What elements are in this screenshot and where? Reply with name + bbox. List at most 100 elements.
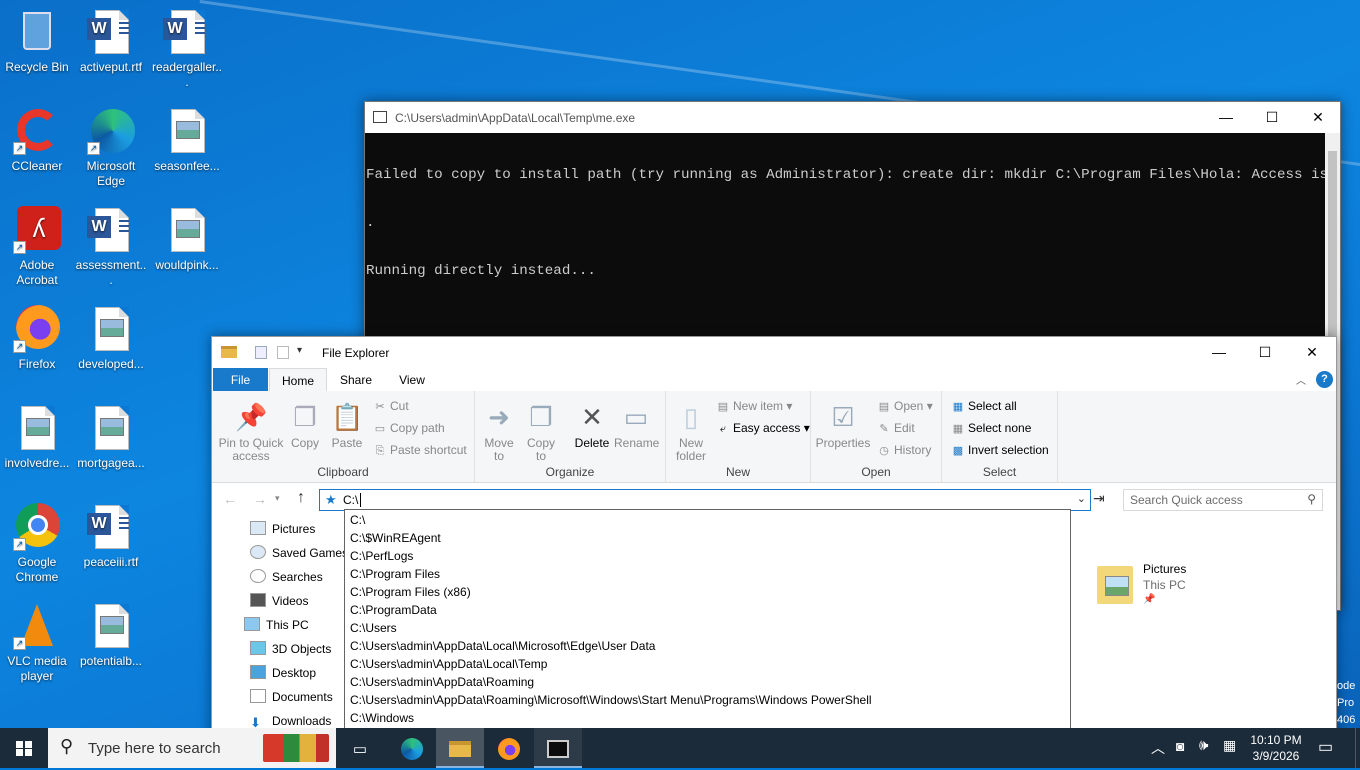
address-suggestions-dropdown[interactable]: C:\ C:\$WinREAgent C:\PerfLogs C:\Progra… [344,509,1071,743]
new-item-button[interactable]: ▤ New item ▾ [716,399,793,413]
desktop-icon-assessment[interactable]: W assessment... [75,206,147,288]
edit-button[interactable]: ✎ Edit [877,421,914,435]
explorer-close-button[interactable]: ✕ [1289,337,1335,368]
suggestion-item[interactable]: C:\Program Files [345,565,1070,583]
quick-access-customize-icon[interactable]: ▾ [297,345,302,356]
taskbar-search-input[interactable]: Type here to search [88,740,221,757]
show-hidden-icons-button[interactable]: ︿ [1151,738,1165,758]
address-text[interactable]: C:\ [343,493,358,507]
console-titlebar[interactable]: C:\Users\admin\AppData\Local\Temp\me.exe… [365,102,1340,133]
copy-to-button[interactable]: ❐ Copy to [523,401,559,463]
delete-button[interactable]: ✕ Delete [571,401,613,450]
desktop-icon-activeput[interactable]: W activeput.rtf [75,8,147,75]
quick-access-properties-icon[interactable] [255,346,267,359]
quick-access-item-pictures[interactable]: Pictures This PC 📌 [1097,562,1297,610]
suggestion-item[interactable]: C:\ProgramData [345,601,1070,619]
volume-icon[interactable]: 🕪 [1199,737,1208,754]
suggestion-item[interactable]: C:\Program Files (x86) [345,583,1070,601]
address-bar[interactable]: ★ C:\ ⌄ [319,489,1091,511]
address-dropdown-icon[interactable]: ⌄ [1077,492,1086,505]
start-button[interactable] [0,728,48,768]
recent-locations-button[interactable]: ▾ [275,493,280,504]
task-view-button[interactable]: ▭ [336,728,384,768]
paste-shortcut-button[interactable]: ⎘ Paste shortcut [373,443,467,458]
meet-now-icon[interactable]: ◙ [1176,738,1184,754]
suggestion-item[interactable]: C:\ [345,511,1070,529]
paste-button[interactable]: 📋 Paste [329,401,365,450]
suggestion-item[interactable]: C:\$WinREAgent [345,529,1070,547]
search-input[interactable]: Search Quick access [1130,493,1243,507]
explorer-titlebar[interactable]: ▾ File Explorer — ☐ ✕ [212,337,1336,368]
notifications-icon[interactable]: ▭ [1318,737,1333,757]
desktop-icon-readergaller[interactable]: W readergaller... [151,8,223,90]
go-button[interactable]: ⇥ [1093,490,1109,510]
nav-item-searches[interactable]: Searches [250,566,323,588]
cut-button[interactable]: ✂ Cut [373,399,408,413]
rename-button[interactable]: ▭ Rename [614,401,659,450]
network-icon[interactable]: ▦ [1223,737,1236,754]
nav-item-pictures[interactable]: Pictures [250,518,315,540]
desktop-icon-edge[interactable]: ↗ Microsoft Edge [75,107,147,189]
copy-path-button[interactable]: ▭ Copy path [373,421,445,435]
desktop-icon-peaceiii[interactable]: W peaceiii.rtf [75,503,147,570]
desktop-icon-firefox[interactable]: ↗ Firefox [1,305,73,372]
desktop-icon-chrome[interactable]: ↗ Google Chrome [1,503,73,585]
explorer-maximize-button[interactable]: ☐ [1242,337,1288,368]
quick-access-new-folder-icon[interactable] [277,346,289,359]
forward-button[interactable]: → [253,491,267,507]
taskbar-firefox[interactable] [485,728,533,768]
up-button[interactable]: ↑ [297,489,305,507]
suggestion-item[interactable]: C:\Users\admin\AppData\Local\Temp [345,655,1070,673]
desktop-icon-vlc[interactable]: ↗ VLC media player [1,602,73,684]
nav-item-3d-objects[interactable]: 3D Objects [250,638,331,660]
suggestion-item[interactable]: C:\Windows [345,709,1070,727]
console-close-button[interactable]: ✕ [1295,102,1341,133]
copy-button[interactable]: ❐ Copy [287,401,323,450]
taskbar-file-explorer[interactable] [436,728,484,768]
console-minimize-button[interactable]: — [1203,102,1249,133]
desktop-icon-ccleaner[interactable]: ↗ CCleaner [1,107,73,174]
taskbar-edge[interactable] [388,728,436,768]
new-folder-button[interactable]: ▯ New folder [672,401,710,463]
desktop-icon-acrobat[interactable]: ʎ ↗ Adobe Acrobat [1,206,73,288]
nav-item-saved-games[interactable]: Saved Games [250,542,348,564]
nav-item-documents[interactable]: Documents [250,686,333,708]
select-none-button[interactable]: ▦ Select none [951,421,1032,435]
suggestion-item[interactable]: C:\Users\admin\AppData\Local\Microsoft\E… [345,637,1070,655]
desktop-icon-involvedre[interactable]: involvedre... [1,404,73,471]
suggestion-item[interactable]: C:\Users [345,619,1070,637]
move-to-button[interactable]: ➜ Move to [481,401,517,463]
nav-item-desktop[interactable]: Desktop [250,662,316,684]
nav-item-this-pc[interactable]: This PC [244,614,309,636]
suggestion-item[interactable]: C:\PerfLogs [345,547,1070,565]
suggestion-item[interactable]: C:\Users\admin\AppData\Roaming\Microsoft… [345,691,1070,709]
tab-home[interactable]: Home [269,368,327,393]
console-maximize-button[interactable]: ☐ [1249,102,1295,133]
properties-button[interactable]: ☑ Properties [815,401,871,450]
nav-item-videos[interactable]: Videos [250,590,308,612]
desktop-icon-potentialb[interactable]: potentialb... [75,602,147,669]
show-desktop-button[interactable] [1355,728,1360,768]
select-all-button[interactable]: ▦ Select all [951,399,1017,413]
desktop-icon-recycle-bin[interactable]: Recycle Bin [1,8,73,75]
explorer-minimize-button[interactable]: — [1196,337,1242,368]
back-button[interactable]: ← [223,491,237,507]
nav-item-downloads[interactable]: ⬇ Downloads [250,710,331,728]
easy-access-button[interactable]: ⤶ Easy access ▾ [716,421,810,436]
taskbar-console[interactable] [534,728,582,768]
help-icon[interactable]: ? [1316,371,1333,388]
invert-selection-button[interactable]: ▩ Invert selection [951,443,1049,457]
search-box[interactable]: Search Quick access ⚲ [1123,489,1323,511]
tab-share[interactable]: Share [332,368,380,392]
tab-view[interactable]: View [389,368,435,392]
desktop-icon-wouldpink[interactable]: wouldpink... [151,206,223,273]
navigation-pane[interactable]: Pictures Saved Games Searches Videos Thi… [212,516,352,728]
pin-quick-access-button[interactable]: 📌 Pin to Quick access [218,401,284,463]
open-button[interactable]: ▤ Open ▾ [877,399,933,413]
desktop-icon-developed[interactable]: developed... [75,305,147,372]
taskbar-search-box[interactable]: ⚲ Type here to search [48,728,336,768]
suggestion-item[interactable]: C:\Users\admin\AppData\Roaming [345,673,1070,691]
tab-file[interactable]: File [213,368,268,392]
collapse-ribbon-icon[interactable]: ︿ [1296,372,1306,387]
history-button[interactable]: ◷ History [877,443,931,457]
